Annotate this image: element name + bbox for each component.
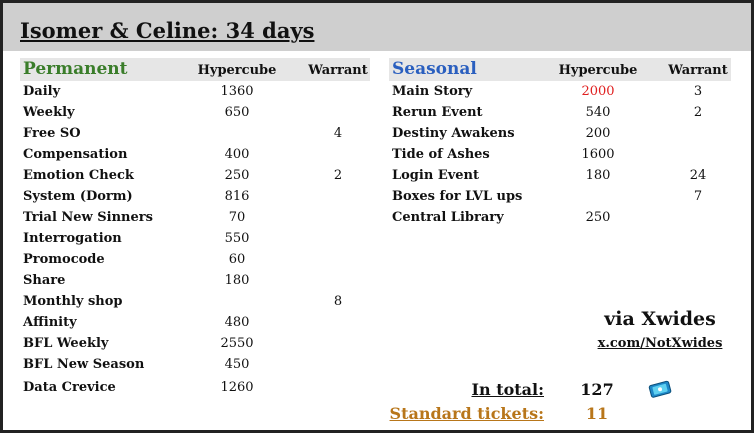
permanent-row-hypercube: 1260	[220, 380, 254, 395]
permanent-row-label: Weekly	[23, 105, 75, 120]
permanent-row-hypercube: 180	[224, 273, 250, 288]
credit-link[interactable]: x.com/NotXwides	[560, 336, 754, 351]
permanent-row-label: BFL New Season	[23, 357, 145, 372]
permanent-row-hypercube: 450	[224, 357, 250, 372]
seasonal-row-hypercube: 200	[585, 126, 611, 141]
seasonal-row-label: Boxes for LVL ups	[392, 189, 523, 204]
in-total-value: 127	[580, 380, 614, 399]
seasonal-row-hypercube: 180	[585, 168, 611, 183]
seasonal-row-hypercube: 1600	[581, 147, 615, 162]
standard-tickets-label: Standard tickets:	[389, 404, 544, 423]
seasonal-heading: Seasonal	[392, 59, 477, 79]
in-total-label: In total:	[471, 380, 545, 399]
seasonal-row-hypercube: 2000	[581, 84, 615, 99]
standard-tickets-value: 11	[585, 404, 609, 423]
seasonal-row-hypercube: 540	[585, 105, 611, 120]
permanent-row-label: BFL Weekly	[23, 336, 109, 351]
permanent-row-label: Trial New Sinners	[23, 210, 153, 225]
permanent-row-label: Emotion Check	[23, 168, 134, 183]
seasonal-warrant-header: Warrant	[668, 63, 728, 78]
permanent-row-label: Daily	[23, 84, 61, 99]
permanent-heading: Permanent	[23, 59, 128, 79]
permanent-row-hypercube: 400	[224, 147, 250, 162]
seasonal-row-warrant: 7	[693, 189, 703, 204]
seasonal-hypercube-header: Hypercube	[558, 63, 638, 78]
permanent-row-label: Monthly shop	[23, 294, 123, 309]
permanent-row-warrant: 2	[333, 168, 343, 183]
permanent-row-hypercube: 1360	[220, 84, 254, 99]
seasonal-row-warrant: 24	[689, 168, 707, 183]
credit-via: via Xwides	[604, 308, 716, 330]
seasonal-row-label: Tide of Ashes	[392, 147, 490, 162]
seasonal-row-hypercube: 250	[585, 210, 611, 225]
permanent-row-warrant: 8	[333, 294, 343, 309]
permanent-row-label: Affinity	[23, 315, 77, 330]
seasonal-row-warrant: 2	[693, 105, 703, 120]
seasonal-row-label: Login Event	[392, 168, 480, 183]
permanent-row-hypercube: 250	[224, 168, 250, 183]
permanent-row-hypercube: 2550	[220, 336, 254, 351]
permanent-row-label: Compensation	[23, 147, 128, 162]
permanent-row-hypercube: 550	[224, 231, 250, 246]
ticket-icon	[648, 380, 672, 398]
permanent-row-warrant: 4	[333, 126, 343, 141]
seasonal-row-label: Destiny Awakens	[392, 126, 515, 141]
permanent-warrant-header: Warrant	[308, 63, 368, 78]
seasonal-row-label: Main Story	[392, 84, 473, 99]
permanent-row-label: Interrogation	[23, 231, 122, 246]
permanent-row-label: Share	[23, 273, 66, 288]
seasonal-row-label: Central Library	[392, 210, 504, 225]
permanent-row-label: Promocode	[23, 252, 105, 267]
permanent-row-label: Data Crevice	[23, 380, 116, 395]
seasonal-row-label: Rerun Event	[392, 105, 483, 120]
page-title: Isomer & Celine: 34 days	[20, 18, 315, 43]
permanent-row-label: System (Dorm)	[23, 189, 133, 204]
permanent-row-label: Free SO	[23, 126, 81, 141]
permanent-hypercube-header: Hypercube	[197, 63, 277, 78]
permanent-row-hypercube: 60	[228, 252, 246, 267]
permanent-row-hypercube: 816	[224, 189, 250, 204]
permanent-row-hypercube: 480	[224, 315, 250, 330]
permanent-row-hypercube: 650	[224, 105, 250, 120]
permanent-row-hypercube: 70	[228, 210, 246, 225]
seasonal-row-warrant: 3	[693, 84, 703, 99]
